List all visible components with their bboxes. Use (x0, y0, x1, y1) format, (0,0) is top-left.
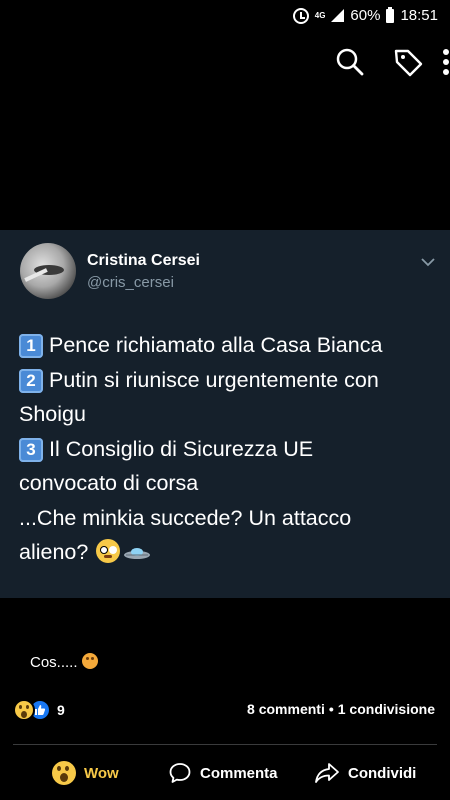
tweet-card: Cristina Cersei @cris_cersei 1 Pence rich… (0, 230, 450, 598)
separator-dot: • (328, 701, 334, 717)
tweet-line: 2 Putin si riunisce urgentemente con (19, 363, 439, 398)
keycap-three-icon: 3 (19, 437, 43, 462)
status-bar: 4G 60% 18:51 (0, 0, 450, 34)
post-action-bar: Wow Commenta Condividi (0, 755, 450, 791)
tweet-line: convocato di corsa (19, 466, 439, 501)
search-icon (336, 48, 364, 76)
share-icon (314, 761, 340, 785)
avatar (20, 243, 76, 299)
wow-button-label: Wow (84, 764, 119, 782)
flushed-face-emoji (96, 539, 121, 563)
ufo-emoji (124, 548, 151, 559)
search-button[interactable] (330, 42, 370, 82)
more-options-button[interactable] (426, 42, 450, 82)
comment-button-label: Commenta (200, 764, 278, 782)
keycap-two-icon: 2 (19, 368, 43, 393)
signal-icon (331, 9, 345, 22)
divider (13, 744, 437, 745)
reactions-count: 9 (57, 702, 65, 718)
chevron-down-icon (421, 258, 435, 267)
network-type: 4G (314, 10, 326, 20)
photo-toolbar (250, 42, 450, 82)
tweet-line-text: Il Consiglio di Sicurezza UE (49, 436, 314, 461)
clock: 18:51 (400, 7, 438, 24)
alarm-icon (292, 7, 309, 24)
share-button-label: Condividi (348, 764, 417, 782)
shares-count-link[interactable]: 1 condivisione (338, 701, 435, 717)
post-comment-text: Cos..... (30, 654, 78, 671)
tweet-line-text: convocato di corsa (19, 471, 199, 495)
tweet-author-name: Cristina Cersei (87, 252, 200, 269)
tweet-line-text: Shoigu (19, 402, 86, 426)
tweet-line: ...Che minkia succede? Un attacco (19, 501, 439, 536)
tweet-line: 3 Il Consiglio di Sicurezza UE (19, 432, 439, 467)
emoji-icon (81, 653, 98, 669)
tweet-line-text: Pence richiamato alla Casa Bianca (49, 333, 383, 357)
comment-button[interactable]: Commenta (168, 755, 278, 791)
comments-count-link[interactable]: 8 commenti (247, 701, 325, 717)
battery-percent: 60% (350, 7, 381, 24)
tweet-line-text: ...Che minkia succede? Un attacco (19, 505, 352, 530)
tweet-line: Shoigu (19, 397, 439, 432)
tweet-line: alieno? (19, 535, 439, 570)
post-comment: Cos..... (30, 653, 98, 671)
comment-icon (168, 761, 192, 785)
wow-reaction-icon (13, 699, 35, 721)
tweet-line: 1 Pence richiamato alla Casa Bianca (19, 328, 439, 363)
battery-icon (386, 6, 395, 23)
tweet-line-text: alieno? (19, 540, 89, 564)
reactions-summary[interactable]: 9 (13, 699, 65, 721)
tag-icon (394, 49, 423, 77)
tweet-author-handle: @cris_cersei (87, 274, 174, 291)
wow-button[interactable]: Wow (52, 755, 119, 791)
engagement-summary: 8 commenti • 1 condivisione (247, 701, 435, 717)
tag-button[interactable] (388, 42, 428, 82)
status-bar-right: 4G 60% 18:51 (292, 6, 438, 24)
more-vert-icon (443, 49, 449, 75)
tweet-text: 1 Pence richiamato alla Casa Bianca 2 Puti… (19, 328, 439, 570)
wow-icon (52, 761, 76, 785)
tweet-line-text: Putin si riunisce urgentemente con (49, 367, 379, 392)
keycap-one-icon: 1 (19, 334, 43, 358)
share-button[interactable]: Condividi (314, 755, 416, 791)
